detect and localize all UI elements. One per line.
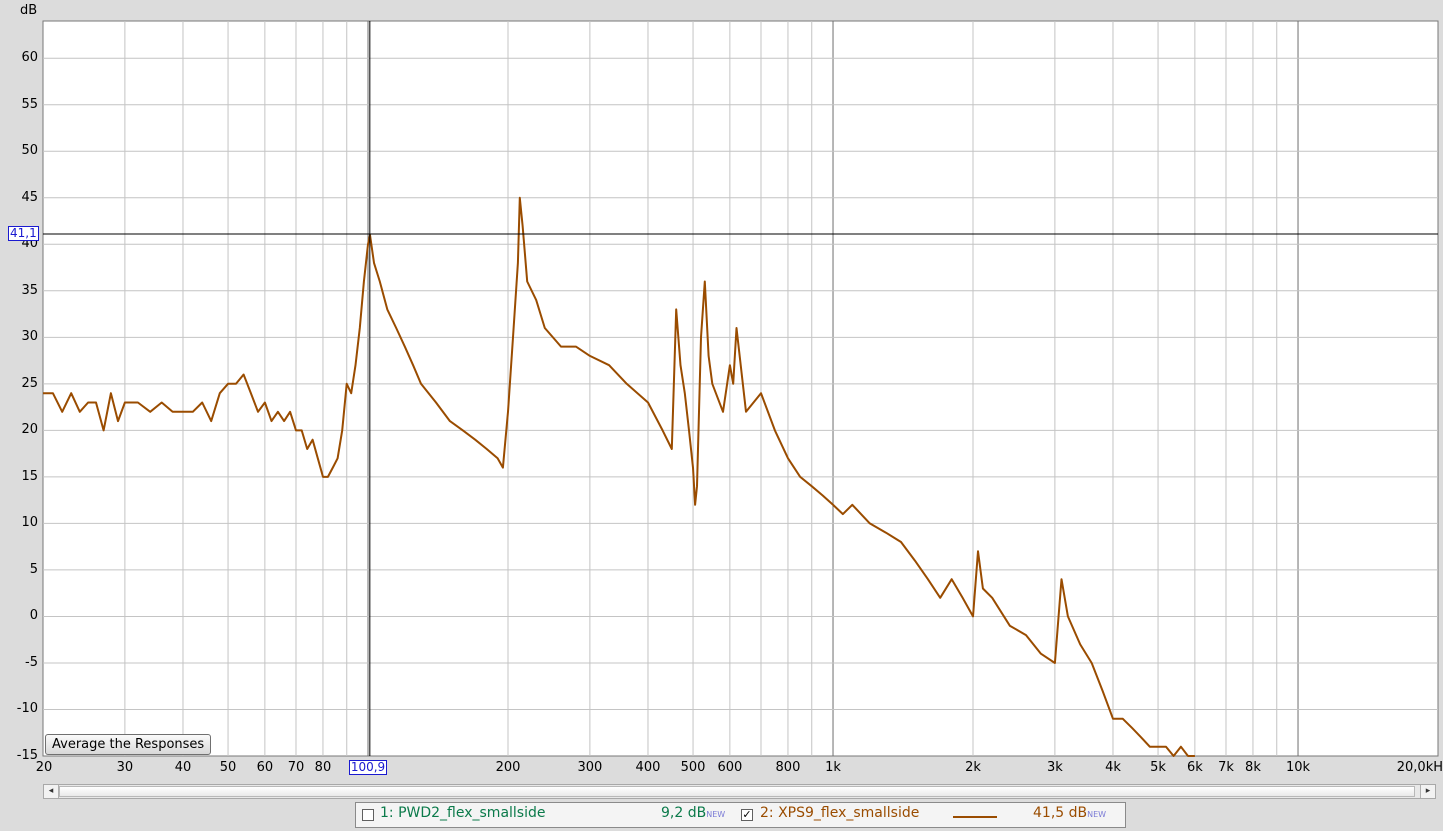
y-tick-label: 45: [21, 189, 38, 205]
y-tick-label: -10: [16, 701, 38, 717]
legend-label-pwd2: 1: PWD2_flex_smallside: [380, 805, 546, 821]
x-tick-label: 70: [287, 760, 305, 775]
x-tick-label: 20,0kH: [1396, 760, 1443, 775]
y-tick-label: 0: [29, 608, 38, 624]
y-tick-label: 30: [21, 329, 38, 345]
y-tick-label: 25: [21, 375, 38, 391]
y-tick-label: 10: [21, 515, 38, 531]
y-tick-label: -5: [25, 654, 38, 670]
scroll-right-icon[interactable]: ▸: [1420, 785, 1435, 798]
legend-checkbox-pwd2[interactable]: [362, 809, 374, 821]
y-tick-label: 60: [21, 50, 38, 66]
y-tick-label: 50: [21, 143, 38, 159]
cursor-x-readout: 100,9: [348, 760, 388, 775]
scrollbar-thumb[interactable]: [59, 786, 1415, 797]
x-tick-label: 10k: [1285, 760, 1311, 775]
y-tick-label: 15: [21, 468, 38, 484]
cursor-y-readout: 41,1: [8, 226, 39, 242]
x-tick-label: 8k: [1245, 760, 1261, 775]
y-axis-unit-label: dB: [20, 3, 38, 18]
x-tick-label: 2k: [965, 760, 981, 775]
x-tick-label: 30: [116, 760, 134, 775]
x-tick-label: 1k: [825, 760, 841, 775]
x-tick-label: 20: [35, 760, 53, 775]
y-tick-label: 35: [21, 282, 38, 298]
legend-checkbox-xps9[interactable]: ✓: [741, 809, 753, 821]
x-tick-label: 50: [219, 760, 237, 775]
x-tick-label: 60: [256, 760, 274, 775]
x-tick-label: 7k: [1218, 760, 1234, 775]
x-tick-label: 200: [495, 760, 521, 775]
y-tick-label: 20: [21, 422, 38, 438]
legend-label-xps9: 2: XPS9_flex_smallside: [760, 805, 920, 821]
x-tick-label: 6k: [1186, 760, 1203, 775]
x-tick-label: 300: [577, 760, 603, 775]
y-tick-label: 55: [21, 96, 38, 112]
legend-panel: 1: PWD2_flex_smallside 9,2 dBNEW ✓ 2: XP…: [355, 802, 1126, 828]
scroll-left-icon[interactable]: ◂: [44, 785, 59, 798]
legend-value-xps9: 41,5 dBNEW: [1033, 805, 1107, 821]
horizontal-scrollbar[interactable]: ◂ ▸: [43, 784, 1436, 799]
x-tick-label: 3k: [1046, 760, 1063, 775]
x-tick-label: 80: [314, 760, 332, 775]
x-tick-label: 4k: [1105, 760, 1121, 775]
x-tick-label: 600: [717, 760, 743, 775]
legend-line-swatch-xps9: [953, 816, 997, 818]
y-tick-label: 5: [29, 561, 38, 577]
legend-new-badge: NEW: [706, 810, 726, 819]
legend-value-pwd2: 9,2 dBNEW: [661, 805, 726, 821]
x-tick-label: 5k: [1150, 760, 1166, 775]
legend-new-badge: NEW: [1087, 810, 1107, 819]
x-tick-label: 800: [775, 760, 801, 775]
frequency-response-chart[interactable]: [0, 0, 1443, 782]
x-tick-label: 500: [680, 760, 706, 775]
average-responses-button[interactable]: Average the Responses: [45, 734, 212, 755]
y-tick-label: -15: [16, 748, 38, 763]
x-tick-label: 400: [635, 760, 661, 775]
plot-area: [42, 20, 1439, 757]
x-tick-label: 40: [174, 760, 192, 775]
